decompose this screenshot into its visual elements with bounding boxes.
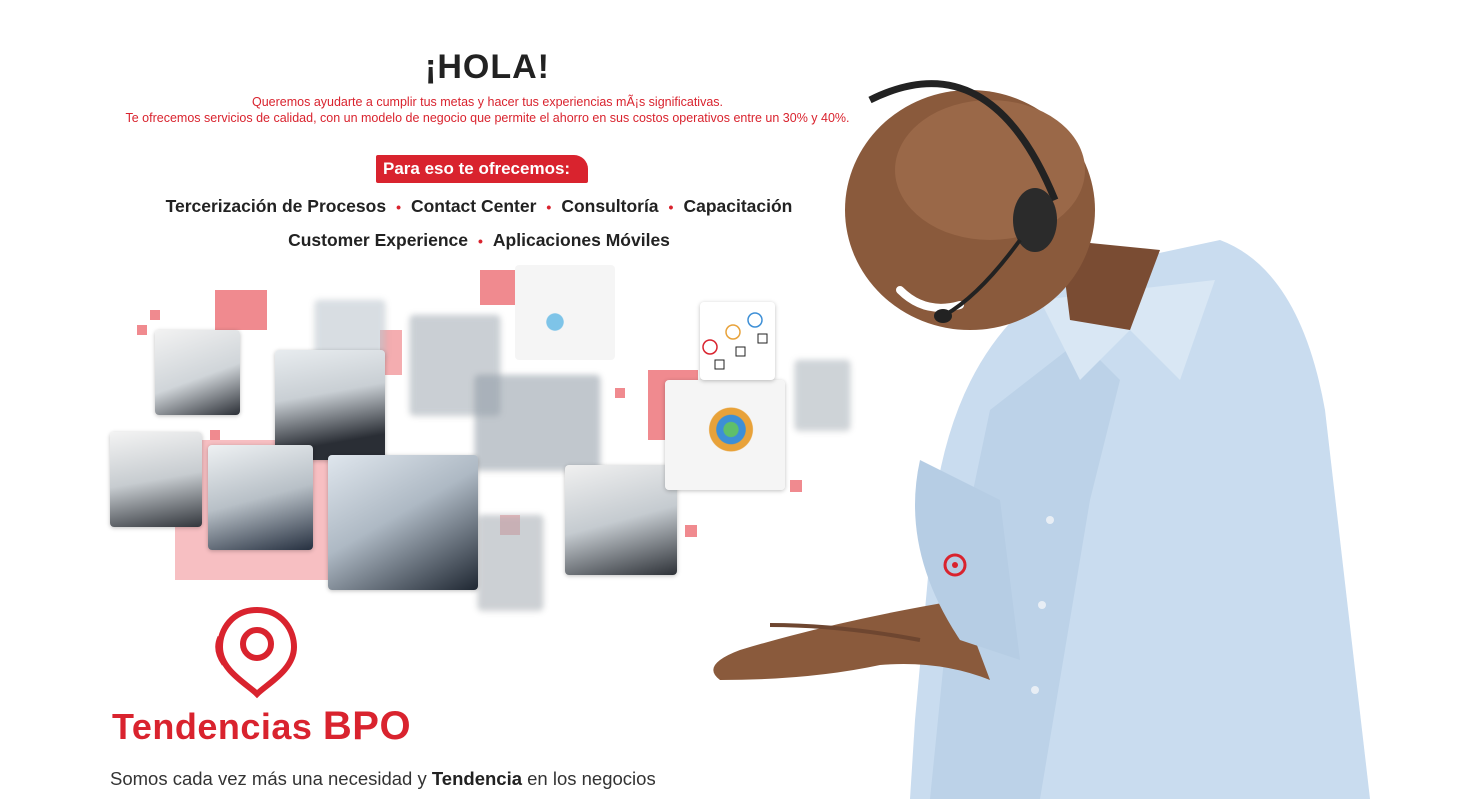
photo-tile-blurred xyxy=(478,515,543,610)
offer-badge: Para eso te ofrecemos: xyxy=(376,155,589,183)
photo-tile-business-meeting xyxy=(275,350,385,460)
tagline-after: en los negocios xyxy=(527,768,656,789)
brand-name: Tendencias BPO xyxy=(112,704,411,749)
photo-tile-blurred xyxy=(475,375,600,470)
photo-tile-agents xyxy=(110,432,202,527)
photo-tile-handshake xyxy=(328,455,478,590)
service-customer-experience[interactable]: Customer Experience xyxy=(288,230,468,250)
tagline-before: Somos cada vez más una necesidad y xyxy=(110,768,427,789)
brand-name-part2: BPO xyxy=(322,704,412,748)
location-pin-icon xyxy=(215,606,298,699)
service-contact-center[interactable]: Contact Center xyxy=(411,196,536,216)
service-procesos[interactable]: Tercerización de Procesos xyxy=(166,196,386,216)
separator-dot: • xyxy=(478,233,483,249)
service-consultoria[interactable]: Consultoría xyxy=(561,196,658,216)
separator-dot: • xyxy=(396,199,401,215)
tagline-bold: Tendencia xyxy=(431,768,522,789)
deco-square xyxy=(215,290,267,330)
deco-square xyxy=(150,310,160,320)
deco-square xyxy=(210,430,220,440)
separator-dot: • xyxy=(546,199,552,215)
agent-with-headset-illustration xyxy=(713,80,1370,799)
deco-square xyxy=(137,325,147,335)
photo-tile-call-center xyxy=(155,330,240,415)
service-aplicaciones-moviles[interactable]: Aplicaciones Móviles xyxy=(493,230,670,250)
photo-tile-network xyxy=(515,265,615,360)
brand-name-part1: Tendencias xyxy=(112,706,313,747)
photo-tile-team-office xyxy=(208,445,313,550)
tagline: Somos cada vez más una necesidad y Tende… xyxy=(110,768,656,790)
deco-square xyxy=(615,388,625,398)
deco-square xyxy=(480,270,515,305)
